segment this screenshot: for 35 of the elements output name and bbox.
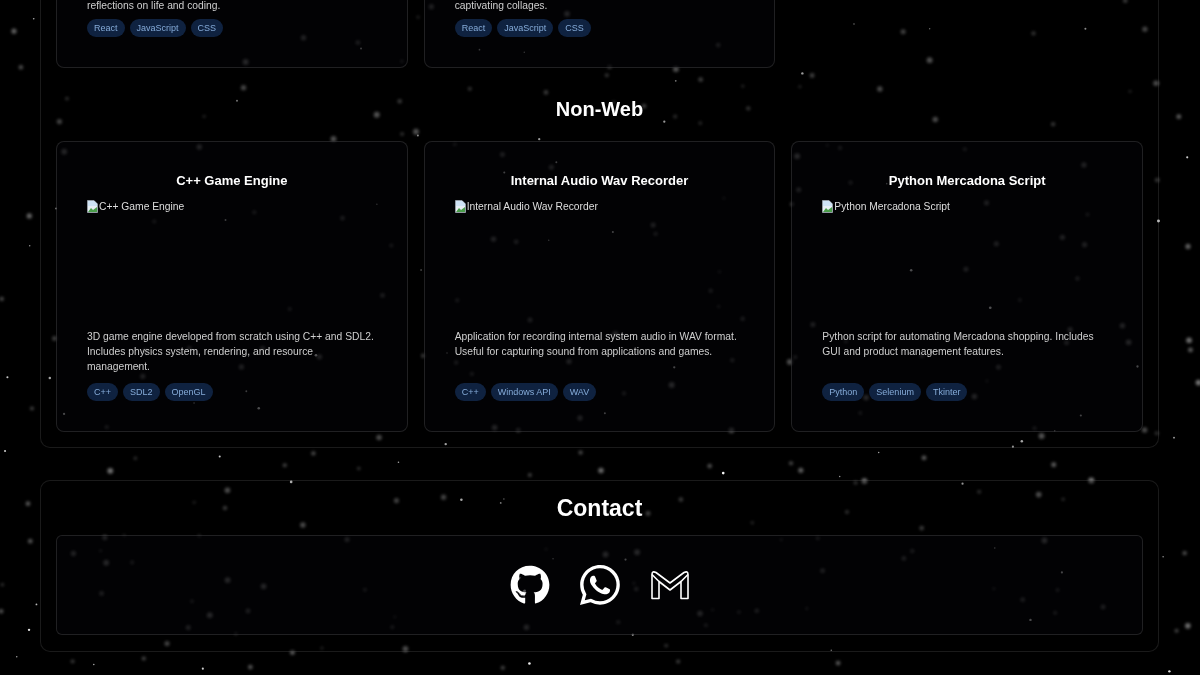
project-description: reflections on life and coding. bbox=[87, 0, 222, 12]
tech-tag: JavaScript bbox=[497, 19, 554, 37]
project-description: 3D game engine developed from scratch using C++ and SDL2. Includes physics system, rendering, and resource management. bbox=[87, 330, 375, 374]
tech-tag: WAV bbox=[562, 383, 597, 401]
tech-tag: Selenium bbox=[869, 383, 921, 401]
project-title: Python Mercadona Script bbox=[888, 172, 1046, 189]
broken-image-icon bbox=[822, 200, 834, 213]
image-alt-text: C++ Game Engine bbox=[99, 200, 185, 214]
github-icon bbox=[509, 565, 550, 605]
project-description: Application for recording internal system audio in WAV format. Useful for capturing sound from applications and games. bbox=[454, 330, 738, 359]
section-heading: Contact bbox=[556, 494, 643, 523]
tech-tag: OpenGL bbox=[164, 383, 213, 401]
section-heading: Non-Web bbox=[555, 97, 644, 122]
project-title: C++ Game Engine bbox=[176, 172, 288, 189]
whatsapp-icon bbox=[579, 565, 620, 605]
tech-tag: JavaScript bbox=[129, 19, 186, 37]
project-title: Internal Audio Wav Recorder bbox=[510, 172, 689, 189]
tech-tag: C++ bbox=[454, 383, 486, 401]
broken-image-icon bbox=[454, 200, 466, 213]
tech-tag: CSS bbox=[190, 19, 224, 37]
github-link[interactable] bbox=[509, 565, 550, 605]
tech-tag: React bbox=[87, 19, 125, 37]
tech-tag: Python bbox=[822, 383, 865, 401]
tech-tag: SDL2 bbox=[123, 383, 160, 401]
tech-tag: React bbox=[454, 19, 493, 37]
whatsapp-link[interactable] bbox=[579, 565, 620, 605]
project-description: captivating collages. bbox=[454, 0, 549, 12]
broken-image-icon bbox=[87, 200, 98, 213]
image-alt-text: Internal Audio Wav Recorder bbox=[466, 200, 598, 214]
project-description: Python script for automating Mercadona shopping. Includes GUI and product management features. bbox=[822, 330, 1095, 359]
tech-tag: Tkinter bbox=[925, 383, 968, 401]
tech-tag: Windows API bbox=[490, 383, 558, 401]
tech-tag: CSS bbox=[558, 19, 591, 37]
image-alt-text: Python Mercadona Script bbox=[834, 200, 950, 214]
tech-tag: C++ bbox=[87, 383, 118, 401]
